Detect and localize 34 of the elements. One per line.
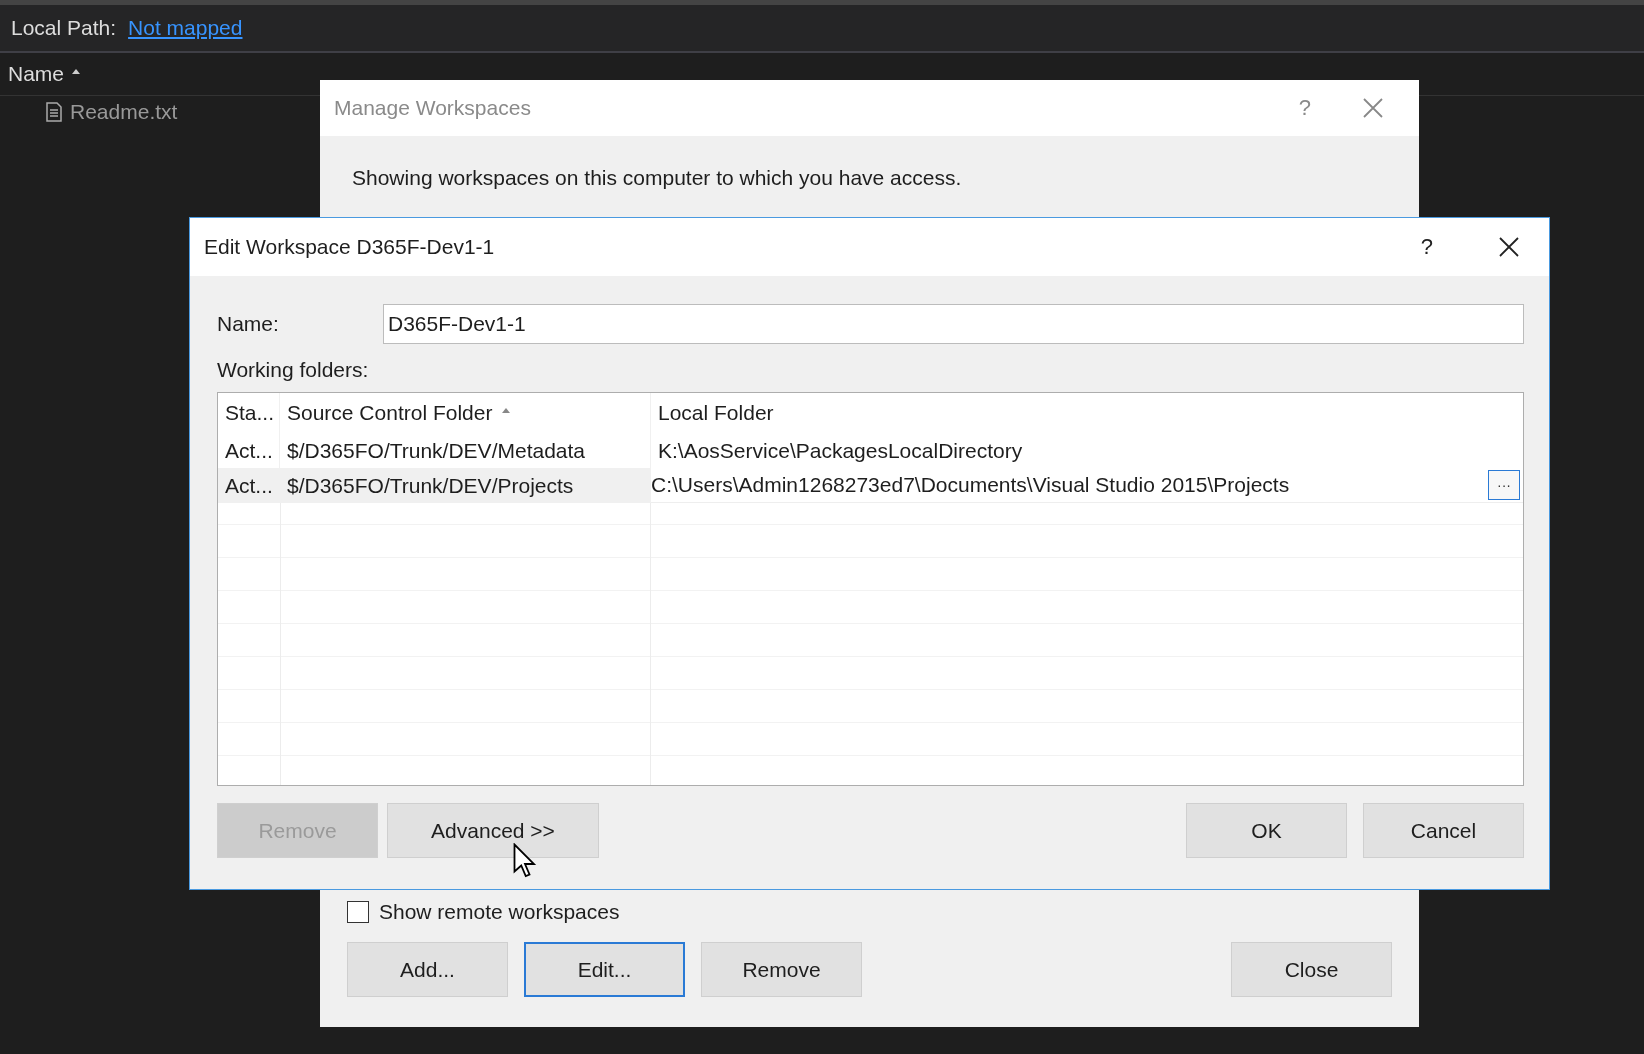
table-row[interactable]: Act... $/D365FO/Trunk/DEV/Metadata K:\AosService\PackagesLocalDirectory [218,433,1523,468]
mouse-pointer-icon [513,843,537,879]
section-label: Working folders: [217,358,370,382]
dialog-button[interactable]: Add... [347,942,508,997]
dialog-button[interactable]: Advanced >> [387,803,599,858]
close-icon[interactable] [1499,237,1519,257]
document-icon [46,102,62,122]
name-label: Name: [217,312,280,336]
file-item[interactable]: Readme.txt [46,100,178,124]
table-cell: $/D365FO/Trunk/DEV/Projects [280,468,651,503]
column-header[interactable]: Source Control Folder [287,401,493,425]
dialog-button[interactable]: Remove [701,942,862,997]
browse-button[interactable]: ··· [1488,470,1520,500]
name-field[interactable]: D365F-Dev1-1 [383,304,1524,344]
description-text: Showing workspaces on this computer to which you have access. [352,166,963,190]
window-title: Edit Workspace D365F-Dev1-1 [204,235,496,259]
table-cell: Act... [218,468,280,503]
dialog-button[interactable]: Edit... [524,942,685,997]
column-header[interactable]: Name [8,62,65,86]
dialog-button[interactable]: Cancel [1363,803,1524,858]
close-button[interactable]: Close [1231,942,1392,997]
checkbox-label: Show remote workspaces [379,900,620,924]
help-button[interactable]: ? [1420,234,1433,260]
table-row[interactable]: Act... $/D365FO/Trunk/DEV/Projects C:\Users\Admin1268273ed7\Documents\Visual Studio 2015\Projects ··· [218,468,1523,503]
local-folder-field[interactable]: C:\Users\Admin1268273ed7\Documents\Visual Studio 2015\Projects [651,473,1290,497]
dialog-button[interactable]: OK [1186,803,1347,858]
help-button[interactable]: ? [1298,95,1311,121]
local-path-label: Local Path: [11,16,117,40]
table-cell-text: K:\AosService\PackagesLocalDirectory [657,437,1024,464]
checkbox[interactable] [347,901,369,923]
column-header[interactable]: Sta... [225,401,275,425]
column-header[interactable]: Local Folder [658,401,774,425]
local-path-link[interactable]: Not mapped [128,16,243,40]
window-title: Manage Workspaces [334,96,532,120]
